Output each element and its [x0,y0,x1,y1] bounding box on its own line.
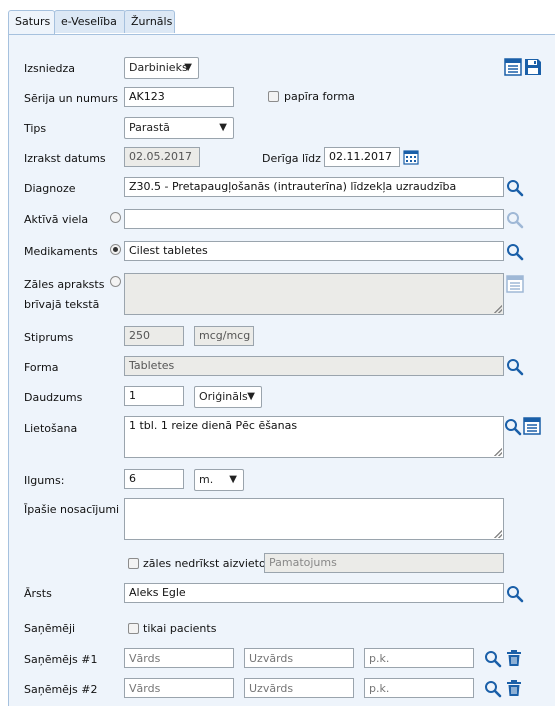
search-icon[interactable] [504,418,522,436]
receiver-1-name-input[interactable] [124,648,234,668]
calendar-icon[interactable] [403,149,419,165]
stiprums-unit-field: mcg/mcg [194,326,254,346]
search-icon[interactable] [506,211,524,229]
medikaments-input[interactable]: Cilest tabletes [124,241,504,261]
daudzums-label: Daudzums [24,391,83,404]
search-icon[interactable] [506,179,524,197]
chevron-down-icon: ▼ [229,474,237,485]
ipasie-label: Īpašie nosacījumi [24,503,120,516]
ilgums-unit-value: m. [199,473,214,486]
izsniedza-value: Darbinieks [129,61,188,74]
izrakst-label: Izrakst datums [24,152,106,165]
nedrikst-label: zāles nedrīkst aizvietot [143,557,271,570]
nedrikst-checkbox[interactable] [128,558,139,569]
receiver-1-label: Saņēmējs #1 [24,653,98,666]
diagnoze-input[interactable]: Z30.5 - Pretapaugļošanās (intrauterīna) … [124,177,504,197]
stiprums-label: Stiprums [24,331,74,344]
ilgums-input[interactable]: 6 [124,469,184,489]
forma-label: Forma [24,361,59,374]
deriga-date-input[interactable]: 02.11.2017 [324,147,400,167]
aktiva-label: Aktīvā viela [24,213,89,226]
receiver-1-pk-input[interactable] [364,648,474,668]
tikai-pacients-label: tikai pacients [143,622,217,635]
forma-field: Tabletes [124,356,504,376]
receiver-1-surname-input[interactable] [244,648,354,668]
list-icon[interactable] [504,58,522,76]
receiver-2-name-input[interactable] [124,678,234,698]
receiver-2-label: Saņēmējs #2 [24,683,98,696]
ilgums-label: Ilgums: [24,474,65,487]
deriga-label: Derīga līdz [262,152,321,165]
arsts-input[interactable]: Aleks Egle [124,583,504,603]
zales-radio[interactable] [110,276,121,287]
zales-label-line1: Zāles apraksts [24,278,105,291]
tips-label: Tips [24,122,47,135]
search-icon[interactable] [506,585,524,603]
search-icon[interactable] [484,680,502,698]
trash-icon[interactable] [505,679,523,697]
tab-saturs[interactable]: Saturs [8,10,55,34]
tikai-pacients-checkbox[interactable] [128,623,139,634]
diagnoze-label: Diagnoze [24,182,76,195]
receiver-2-surname-input[interactable] [244,678,354,698]
arsts-label: Ārsts [24,587,52,600]
aktiva-radio[interactable] [110,212,121,223]
stiprums-field: 250 [124,326,184,346]
save-icon[interactable] [524,58,542,76]
zales-textarea [124,273,504,315]
search-icon[interactable] [484,650,502,668]
tab-zurnals[interactable]: Žurnāls [124,10,175,33]
papira-forma-label: papīra forma [284,90,355,103]
lietosana-textarea[interactable]: 1 tbl. 1 reize dienā Pēc ēšanas [124,416,504,458]
daudzums-pack-value: Oriģināls [199,390,248,403]
izsniedza-label: Izsniedza [24,62,76,75]
ilgums-unit-select[interactable]: m. ▼ [194,469,244,491]
chevron-down-icon: ▼ [247,391,255,402]
tips-select[interactable]: Parastā ▼ [124,117,234,139]
serija-label: Sērija un numurs [24,92,118,105]
daudzums-input[interactable]: 1 [124,386,184,406]
search-icon[interactable] [506,358,524,376]
medikaments-radio[interactable] [110,244,121,255]
search-icon[interactable] [506,243,524,261]
serija-input[interactable]: AK123 [124,87,234,107]
izrakst-date-field: 02.05.2017 [124,147,200,167]
chevron-down-icon: ▼ [219,122,227,133]
sanemeji-label: Saņēmēji [24,622,76,635]
tab-e-veseliba[interactable]: e-Veselība [54,10,126,33]
papira-forma-checkbox[interactable] [268,91,279,102]
tips-value: Parastā [129,121,170,134]
list-icon[interactable] [523,417,541,435]
chevron-down-icon: ▼ [184,62,192,73]
prescription-window: Saturs e-Veselība Žurnāls Izsniedza Darb… [0,0,555,706]
lietosana-label: Lietošana [24,422,78,435]
medikaments-label: Medikaments [24,245,98,258]
izsniedza-select[interactable]: Darbinieks ▼ [124,57,199,79]
trash-icon[interactable] [505,649,523,667]
zales-label-line2: brīvajā tekstā [24,298,100,311]
pamatojums-field: Pamatojums [264,553,504,573]
list-icon[interactable] [506,275,524,293]
ipasie-textarea[interactable] [124,498,504,540]
daudzums-pack-select[interactable]: Oriģināls ▼ [194,386,262,408]
aktiva-input[interactable] [124,209,504,229]
receiver-2-pk-input[interactable] [364,678,474,698]
